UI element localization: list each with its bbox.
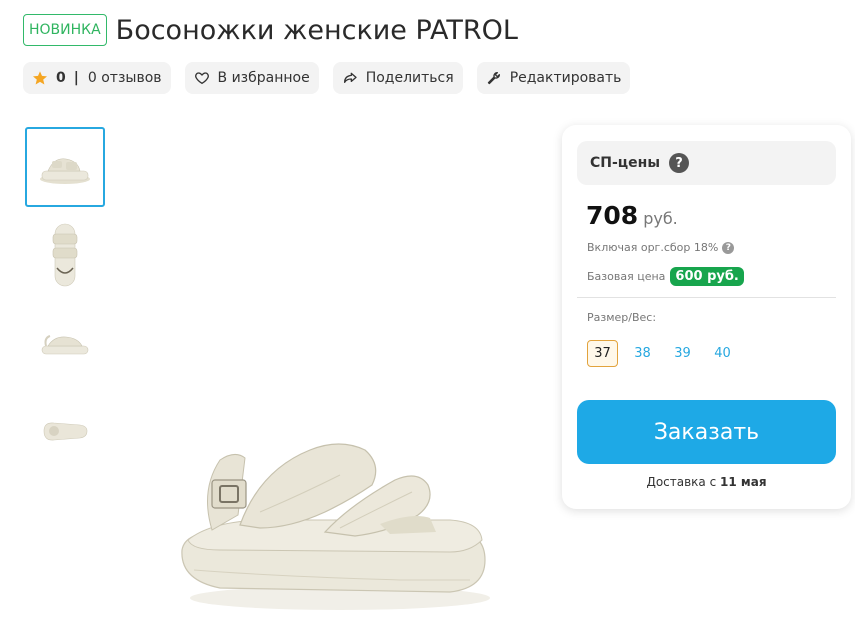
wrench-icon [487, 71, 500, 85]
delivery-prefix: Доставка с [646, 475, 717, 489]
sandal-top-image [52, 223, 78, 287]
rating-chip[interactable]: 0 | 0 отзывов [23, 62, 171, 94]
thumbnail-list [25, 127, 105, 479]
new-badge: НОВИНКА [23, 14, 107, 46]
price-block: 708 руб. [586, 201, 678, 230]
thumbnail-4[interactable] [25, 391, 105, 471]
size-option[interactable]: 38 [627, 340, 658, 367]
base-price-label: Базовая цена [587, 270, 666, 283]
fee-note-text: Включая орг.сбор 18% [587, 241, 719, 254]
price-value: 708 [586, 201, 639, 230]
size-option[interactable]: 37 [587, 340, 618, 367]
size-option[interactable]: 39 [667, 340, 698, 367]
rating-value: 0 [56, 70, 66, 86]
share-arrow-icon [343, 72, 357, 83]
delivery-info: Доставка с 11 мая [562, 475, 851, 489]
fee-note: Включая орг.сбор 18% ? [587, 241, 735, 254]
sp-prices-header: СП-цены ? [577, 141, 836, 185]
page-title: Босоножки женские PATROL [115, 14, 518, 46]
reviews-link[interactable]: 0 отзывов [88, 70, 162, 86]
edit-button[interactable]: Редактировать [476, 62, 631, 94]
price-card: СП-цены ? 708 руб. Включая орг.сбор 18% … [562, 125, 851, 509]
sandal-main-image [181, 443, 490, 610]
order-button[interactable]: Заказать [577, 400, 836, 464]
share-label: Поделиться [365, 70, 454, 86]
size-selector: 37 38 39 40 [587, 340, 738, 367]
main-product-image[interactable] [150, 140, 495, 618]
action-bar: 0 | 0 отзывов В избранное Поделиться Ред… [23, 62, 631, 94]
divider [577, 297, 836, 298]
share-button[interactable]: Поделиться [332, 62, 463, 94]
fee-help-icon[interactable]: ? [722, 241, 735, 254]
sandal-profile-image [41, 335, 89, 355]
title-row: НОВИНКА Босоножки женские PATROL [23, 14, 518, 46]
sp-prices-title: СП-цены [590, 155, 661, 171]
delivery-date: 11 мая [720, 475, 767, 489]
rating-separator: | [73, 70, 79, 86]
help-icon[interactable]: ? [669, 153, 690, 173]
sandal-sole-image [43, 422, 88, 441]
favorite-button[interactable]: В избранное [184, 62, 319, 94]
heart-icon [194, 72, 209, 85]
thumbnail-2[interactable] [25, 215, 105, 295]
base-price-badge: 600 руб. [670, 267, 744, 286]
thumbnail-1[interactable] [25, 127, 105, 207]
size-option[interactable]: 40 [707, 340, 738, 367]
favorite-label: В избранное [217, 70, 310, 86]
base-price-row: Базовая цена 600 руб. [587, 267, 744, 286]
thumbnail-3[interactable] [25, 303, 105, 383]
price-currency: руб. [643, 209, 678, 228]
size-label: Размер/Вес: [587, 311, 657, 324]
star-icon [33, 71, 47, 85]
sandal-side-image [40, 158, 90, 184]
edit-label: Редактировать [509, 70, 622, 86]
